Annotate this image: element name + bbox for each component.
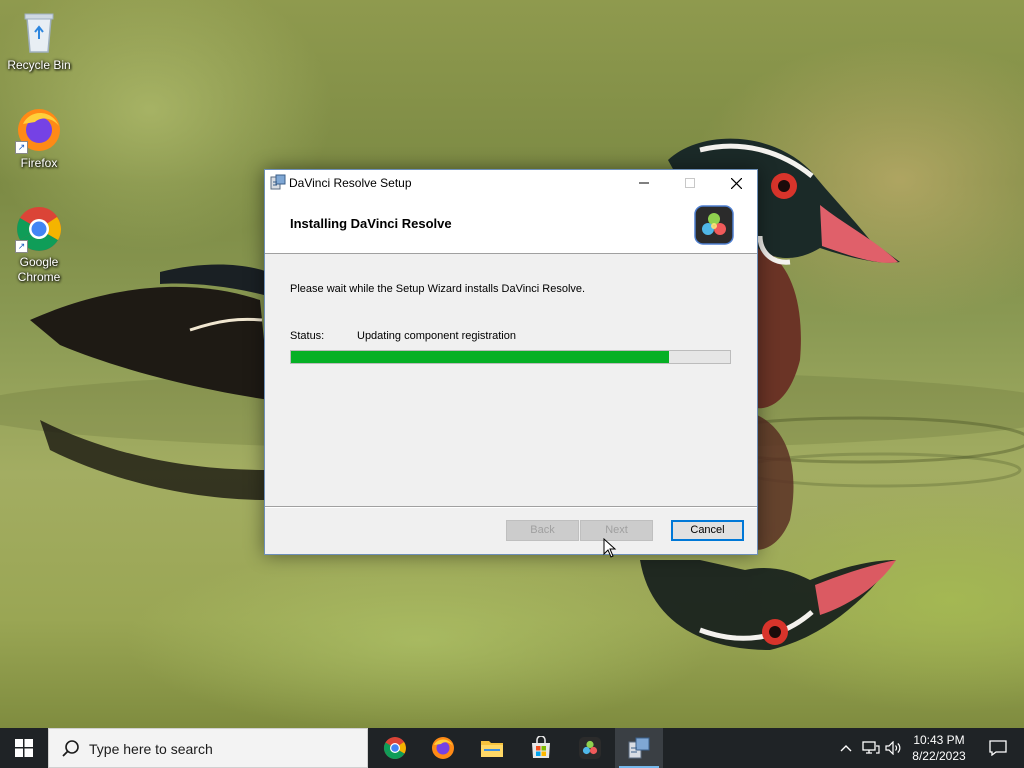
- desktop-icon-recycle-bin[interactable]: Recycle Bin: [1, 8, 77, 73]
- davinci-resolve-logo-icon: [694, 205, 734, 245]
- setup-installer-icon: [628, 737, 650, 759]
- firefox-label: Firefox: [20, 156, 58, 170]
- taskbar-chrome[interactable]: [371, 728, 419, 768]
- chevron-up-icon: [840, 745, 852, 752]
- taskbar-microsoft-store[interactable]: [517, 728, 565, 768]
- taskbar-search-box[interactable]: Type here to search: [48, 728, 368, 768]
- davinci-setup-window: DaVinci Resolve Setup Installing DaVinci…: [264, 169, 758, 555]
- wizard-body: Please wait while the Setup Wizard insta…: [265, 254, 757, 509]
- wizard-heading: Installing DaVinci Resolve: [290, 216, 452, 231]
- taskbar-file-explorer[interactable]: [468, 728, 516, 768]
- status-value: Updating component registration: [357, 330, 516, 342]
- chrome-icon: [384, 737, 406, 759]
- mouse-cursor-icon: [603, 538, 617, 558]
- close-button[interactable]: [713, 170, 759, 196]
- action-center-button[interactable]: [976, 728, 1020, 768]
- taskbar-davinci-resolve[interactable]: [566, 728, 614, 768]
- minimize-button[interactable]: [621, 170, 667, 196]
- wizard-description: Please wait while the Setup Wizard insta…: [290, 283, 586, 295]
- maximize-button: [667, 170, 713, 196]
- close-icon: [730, 177, 742, 190]
- google-chrome-label: Google Chrome: [17, 255, 61, 284]
- davinci-resolve-icon: [579, 737, 601, 759]
- clock-date: 8/22/2023: [912, 749, 966, 763]
- taskbar: Type here to search 10:43 PM 8/22/2023: [0, 728, 1024, 768]
- volume-button[interactable]: [884, 728, 904, 768]
- firefox-icon: [432, 737, 454, 759]
- wizard-banner: Installing DaVinci Resolve: [265, 196, 757, 254]
- notification-icon: [989, 740, 1007, 756]
- maximize-icon: [685, 178, 695, 188]
- recycle-bin-icon: [24, 13, 54, 53]
- button-separator: [265, 506, 757, 508]
- minimize-icon: [639, 182, 649, 184]
- taskbar-clock[interactable]: 10:43 PM 8/22/2023: [902, 732, 976, 764]
- install-progress-bar: [290, 350, 731, 364]
- back-button[interactable]: Back: [506, 520, 579, 541]
- shortcut-arrow-icon: ↗: [15, 141, 28, 154]
- taskbar-firefox[interactable]: [419, 728, 467, 768]
- clock-time: 10:43 PM: [913, 733, 965, 747]
- search-icon: [62, 740, 79, 757]
- show-hidden-icons-button[interactable]: [836, 728, 856, 768]
- desktop-icon-firefox[interactable]: ↗ Firefox: [1, 106, 77, 171]
- file-explorer-icon: [481, 741, 503, 757]
- shortcut-arrow-icon: ↗: [15, 240, 28, 253]
- microsoft-store-icon: [532, 736, 550, 758]
- speaker-volume-icon: [885, 740, 901, 756]
- status-label: Status:: [290, 330, 325, 342]
- setup-app-icon: [270, 174, 286, 190]
- recycle-bin-label: Recycle Bin: [7, 58, 71, 72]
- desktop-icon-google-chrome[interactable]: ↗ Google Chrome: [1, 205, 77, 285]
- cancel-button[interactable]: Cancel: [671, 520, 744, 541]
- window-titlebar[interactable]: DaVinci Resolve Setup: [265, 170, 757, 196]
- progress-fill: [291, 351, 669, 363]
- taskbar-setup-installer[interactable]: [615, 728, 663, 768]
- windows-logo-icon: [15, 739, 33, 757]
- network-icon: [862, 741, 880, 754]
- start-button[interactable]: [0, 728, 48, 768]
- network-status-button[interactable]: [860, 728, 882, 768]
- search-placeholder: Type here to search: [89, 741, 213, 757]
- window-title: DaVinci Resolve Setup: [289, 176, 412, 190]
